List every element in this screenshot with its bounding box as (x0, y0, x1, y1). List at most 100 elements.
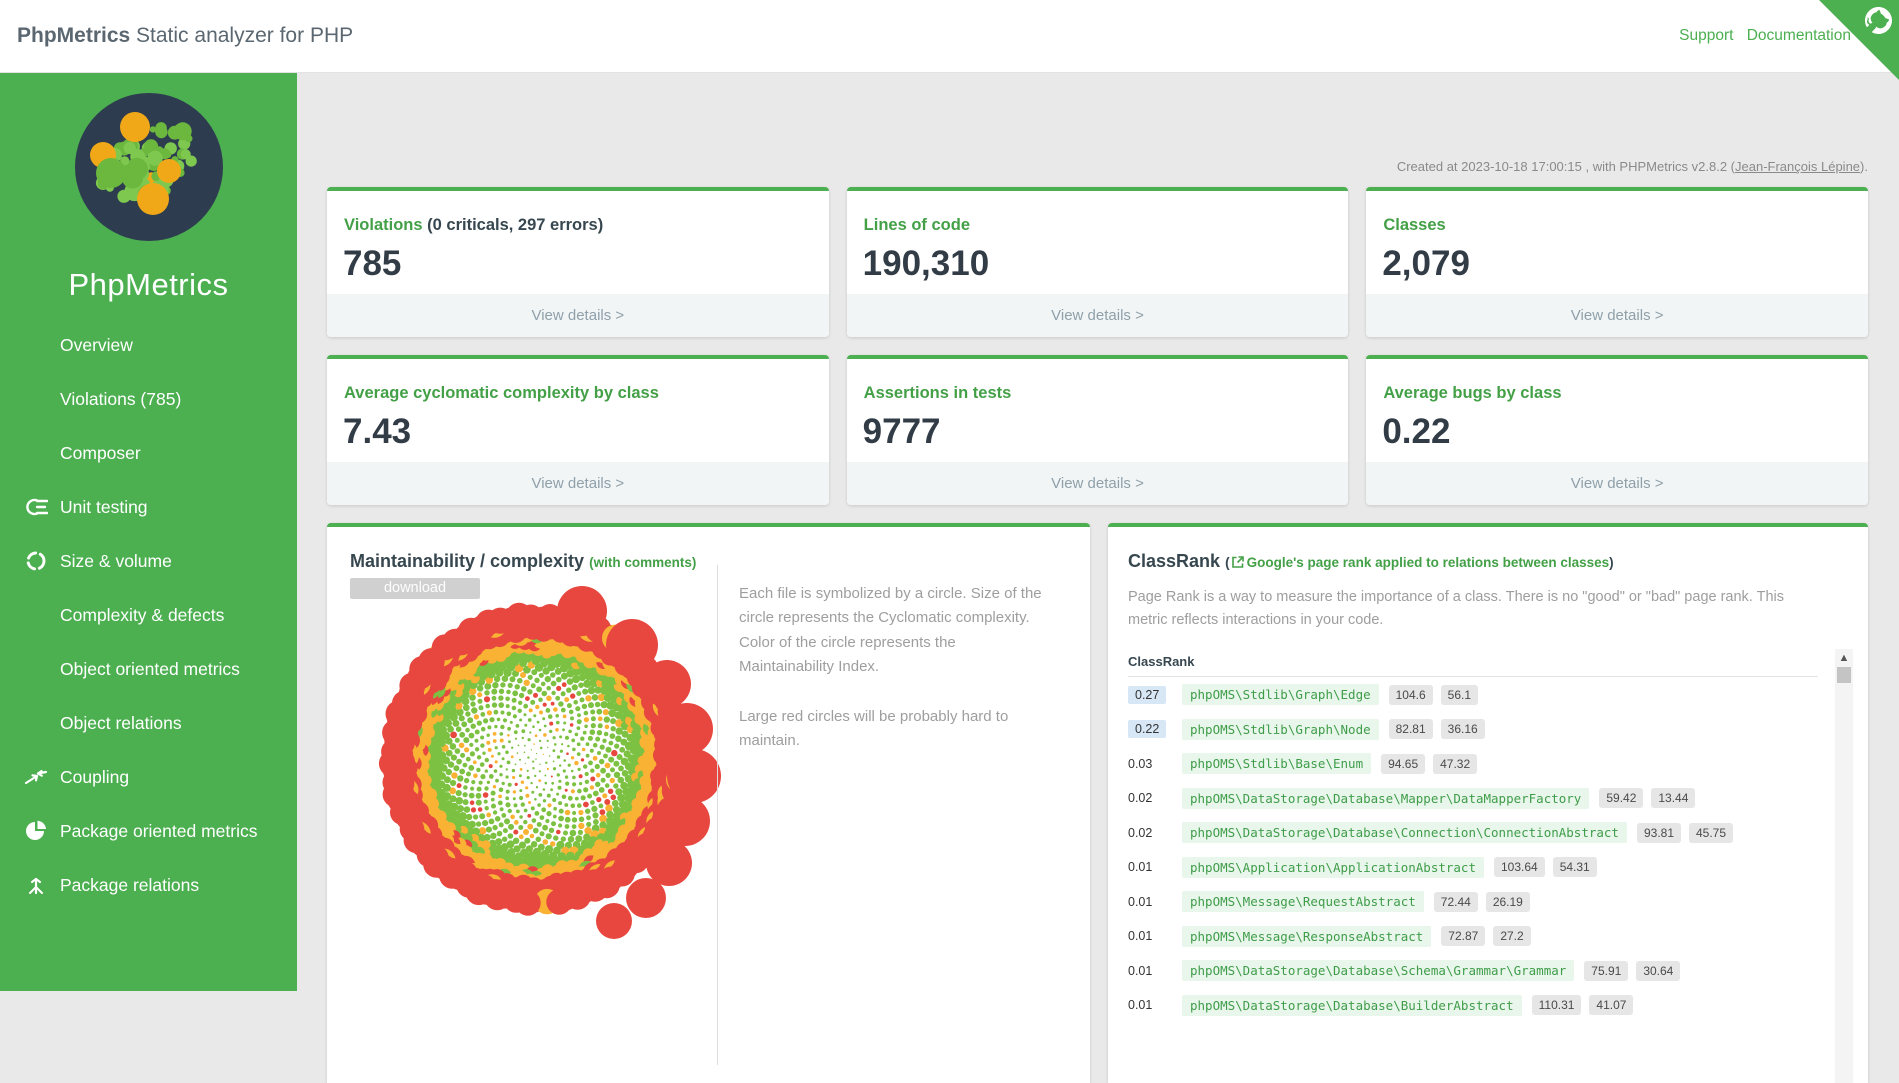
maintainability-bubble-chart (343, 582, 725, 944)
brand-name: PhpMetrics (17, 24, 130, 47)
sidebar-menu: Overview Violations (785) Composer Unit … (0, 318, 297, 912)
sidebar-item-object-relations[interactable]: Object relations (0, 696, 297, 750)
sidebar-item-coupling[interactable]: Coupling (0, 750, 297, 804)
top-bar: PhpMetrics Static analyzer for PHP Suppo… (0, 0, 1899, 73)
card-title: Violations (0 criticals, 297 errors) (344, 216, 829, 235)
card-title: Lines of code (864, 216, 1349, 235)
metric-badge: 93.81 (1637, 823, 1681, 843)
rank-badge: 0.27 (1128, 688, 1182, 702)
metric-cards-row-1: Violations (0 criticals, 297 errors) 785… (327, 187, 1868, 337)
sidebar-item-object-oriented-metrics[interactable]: Object oriented metrics (0, 642, 297, 696)
view-details-link[interactable]: View details > (327, 294, 829, 337)
maintainability-card: Maintainability / complexity (with comme… (327, 523, 1090, 1083)
rank-value: 0.02 (1128, 791, 1182, 805)
class-link[interactable]: phpOMS\Message\ResponseAbstract (1182, 926, 1431, 947)
card-value: 7.43 (343, 412, 829, 452)
maintainability-title: Maintainability / complexity (with comme… (350, 551, 696, 572)
class-link[interactable]: phpOMS\DataStorage\Database\Mapper\DataM… (1182, 788, 1589, 809)
segmented-circle-icon (24, 550, 48, 572)
sidebar-item-overview[interactable]: Overview (0, 318, 297, 372)
app-brand: PhpMetrics Static analyzer for PHP (17, 24, 353, 48)
class-link[interactable]: phpOMS\Message\RequestAbstract (1182, 891, 1424, 912)
view-details-link[interactable]: View details > (847, 462, 1349, 505)
table-row: 0.01 phpOMS\Message\ResponseAbstract 72.… (1128, 919, 1818, 954)
rank-value: 0.03 (1128, 757, 1182, 771)
pie-icon (24, 820, 48, 842)
scrollbar-up-arrow[interactable]: ▲ (1835, 649, 1853, 666)
sidebar-item-composer[interactable]: Composer (0, 426, 297, 480)
rank-badge: 0.22 (1128, 722, 1182, 736)
gauge-list-icon (24, 496, 48, 518)
classrank-description: Page Rank is a way to measure the import… (1128, 586, 1808, 632)
rank-value: 0.01 (1128, 895, 1182, 909)
card-value: 0.22 (1382, 412, 1868, 452)
metric-badge: 103.64 (1494, 857, 1545, 877)
classrank-title: ClassRank (Google's page rank applied to… (1128, 527, 1848, 572)
phpmetrics-logo[interactable] (75, 93, 223, 241)
support-link[interactable]: Support (1679, 27, 1733, 44)
table-row: 0.01 phpOMS\DataStorage\Database\Builder… (1128, 988, 1818, 1023)
class-link[interactable]: phpOMS\DataStorage\Database\Schema\Gramm… (1182, 960, 1574, 981)
card-value: 9777 (863, 412, 1349, 452)
view-details-link[interactable]: View details > (1366, 294, 1868, 337)
table-row: 0.01 phpOMS\DataStorage\Database\Schema\… (1128, 953, 1818, 988)
view-details-link[interactable]: View details > (1366, 462, 1868, 505)
table-row: 0.01 phpOMS\Message\RequestAbstract 72.4… (1128, 884, 1818, 919)
metric-badge: 41.07 (1589, 995, 1633, 1015)
card-title: Average cyclomatic complexity by class (344, 384, 829, 403)
table-row: 0.22 phpOMS\Stdlib\Graph\Node 82.81 36.1… (1128, 712, 1818, 747)
author-link[interactable]: Jean-François Lépine (1735, 159, 1860, 174)
class-link[interactable]: phpOMS\DataStorage\Database\Connection\C… (1182, 822, 1627, 843)
card-title: Classes (1383, 216, 1868, 235)
bottom-cards-row: Maintainability / complexity (with comme… (327, 523, 1868, 1083)
table-row: 0.02 phpOMS\DataStorage\Database\Mapper\… (1128, 781, 1818, 816)
metric-badge: 13.44 (1651, 788, 1695, 808)
metric-badge: 94.65 (1381, 754, 1425, 774)
main-content: Created at 2023-10-18 17:00:15 , with PH… (297, 73, 1899, 991)
view-details-link[interactable]: View details > (847, 294, 1349, 337)
table-scrollbar[interactable]: ▲ (1835, 649, 1853, 1083)
sidebar-item-violations[interactable]: Violations (785) (0, 372, 297, 426)
card-lines-of-code: Lines of code 190,310 View details > (847, 187, 1349, 337)
sidebar-item-complexity-defects[interactable]: Complexity & defects (0, 588, 297, 642)
class-link[interactable]: phpOMS\Application\ApplicationAbstract (1182, 857, 1484, 878)
sidebar-item-size-volume[interactable]: Size & volume (0, 534, 297, 588)
metric-badge: 26.19 (1486, 892, 1530, 912)
brand-subtitle: Static analyzer for PHP (130, 24, 353, 47)
classrank-table: 0.27 phpOMS\Stdlib\Graph\Edge 104.6 56.1… (1128, 677, 1818, 1022)
table-row: 0.03 phpOMS\Stdlib\Base\Enum 94.65 47.32 (1128, 746, 1818, 781)
metric-badge: 27.2 (1493, 926, 1530, 946)
metric-badge: 110.31 (1532, 995, 1582, 1015)
sidebar-item-package-relations[interactable]: Package relations (0, 858, 297, 912)
classrank-table-header: ClassRank (1128, 654, 1818, 677)
logo-bubble-icon (75, 93, 223, 241)
table-row: 0.01 phpOMS\Application\ApplicationAbstr… (1128, 850, 1818, 885)
classrank-card: ClassRank (Google's page rank applied to… (1108, 523, 1868, 1083)
class-link[interactable]: phpOMS\DataStorage\Database\BuilderAbstr… (1182, 995, 1522, 1016)
sidebar-item-package-oriented-metrics[interactable]: Package oriented metrics (0, 804, 297, 858)
classrank-info-link[interactable]: Google's page rank applied to relations … (1247, 555, 1610, 570)
sidebar-item-unit-testing[interactable]: Unit testing (0, 480, 297, 534)
class-link[interactable]: phpOMS\Stdlib\Graph\Node (1182, 719, 1379, 740)
rank-value: 0.01 (1128, 860, 1182, 874)
card-assertions-in-tests: Assertions in tests 9777 View details > (847, 355, 1349, 505)
card-value: 785 (343, 244, 829, 284)
metric-badge: 75.91 (1584, 961, 1628, 981)
view-details-link[interactable]: View details > (327, 462, 829, 505)
class-link[interactable]: phpOMS\Stdlib\Base\Enum (1182, 753, 1371, 774)
metric-badge: 56.1 (1441, 685, 1478, 705)
rank-value: 0.01 (1128, 964, 1182, 978)
metric-badge: 72.87 (1441, 926, 1485, 946)
card-value: 2,079 (1382, 244, 1868, 284)
class-link[interactable]: phpOMS\Stdlib\Graph\Edge (1182, 684, 1379, 705)
metric-badge: 45.75 (1689, 823, 1733, 843)
card-title: Average bugs by class (1383, 384, 1868, 403)
metric-badge: 82.81 (1389, 719, 1433, 739)
card-classes: Classes 2,079 View details > (1366, 187, 1868, 337)
card-violations: Violations (0 criticals, 297 errors) 785… (327, 187, 829, 337)
card-avg-bugs-by-class: Average bugs by class 0.22 View details … (1366, 355, 1868, 505)
metric-badge: 104.6 (1389, 685, 1433, 705)
card-title: Assertions in tests (864, 384, 1349, 403)
scrollbar-thumb[interactable] (1837, 667, 1851, 683)
metric-badge: 54.31 (1553, 857, 1597, 877)
